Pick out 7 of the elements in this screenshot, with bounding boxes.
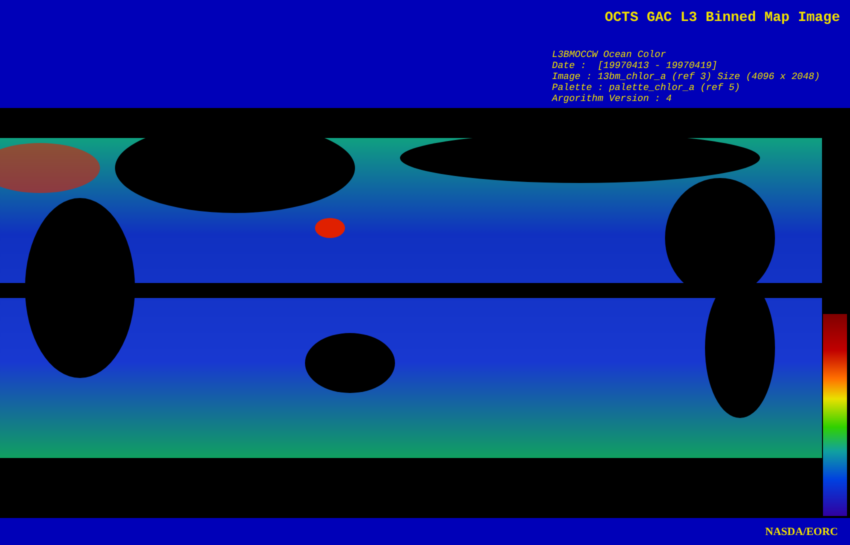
credit-text: NASDA/EORC xyxy=(765,526,838,538)
info-line: Image : 13bm_chlor_a (ref 3) Size (4096 x 2048) xyxy=(552,71,820,82)
info-line: Palette : palette_chlor_a (ref 5) xyxy=(552,82,740,93)
info-line: Argorithm Version : 4 xyxy=(552,93,672,104)
info-line: Date : [19970413 - 19970419] xyxy=(552,60,718,71)
info-line: L3BMOCCW Ocean Color xyxy=(552,49,666,60)
map-title: OCTS GAC L3 Binned Map Image xyxy=(604,10,840,26)
